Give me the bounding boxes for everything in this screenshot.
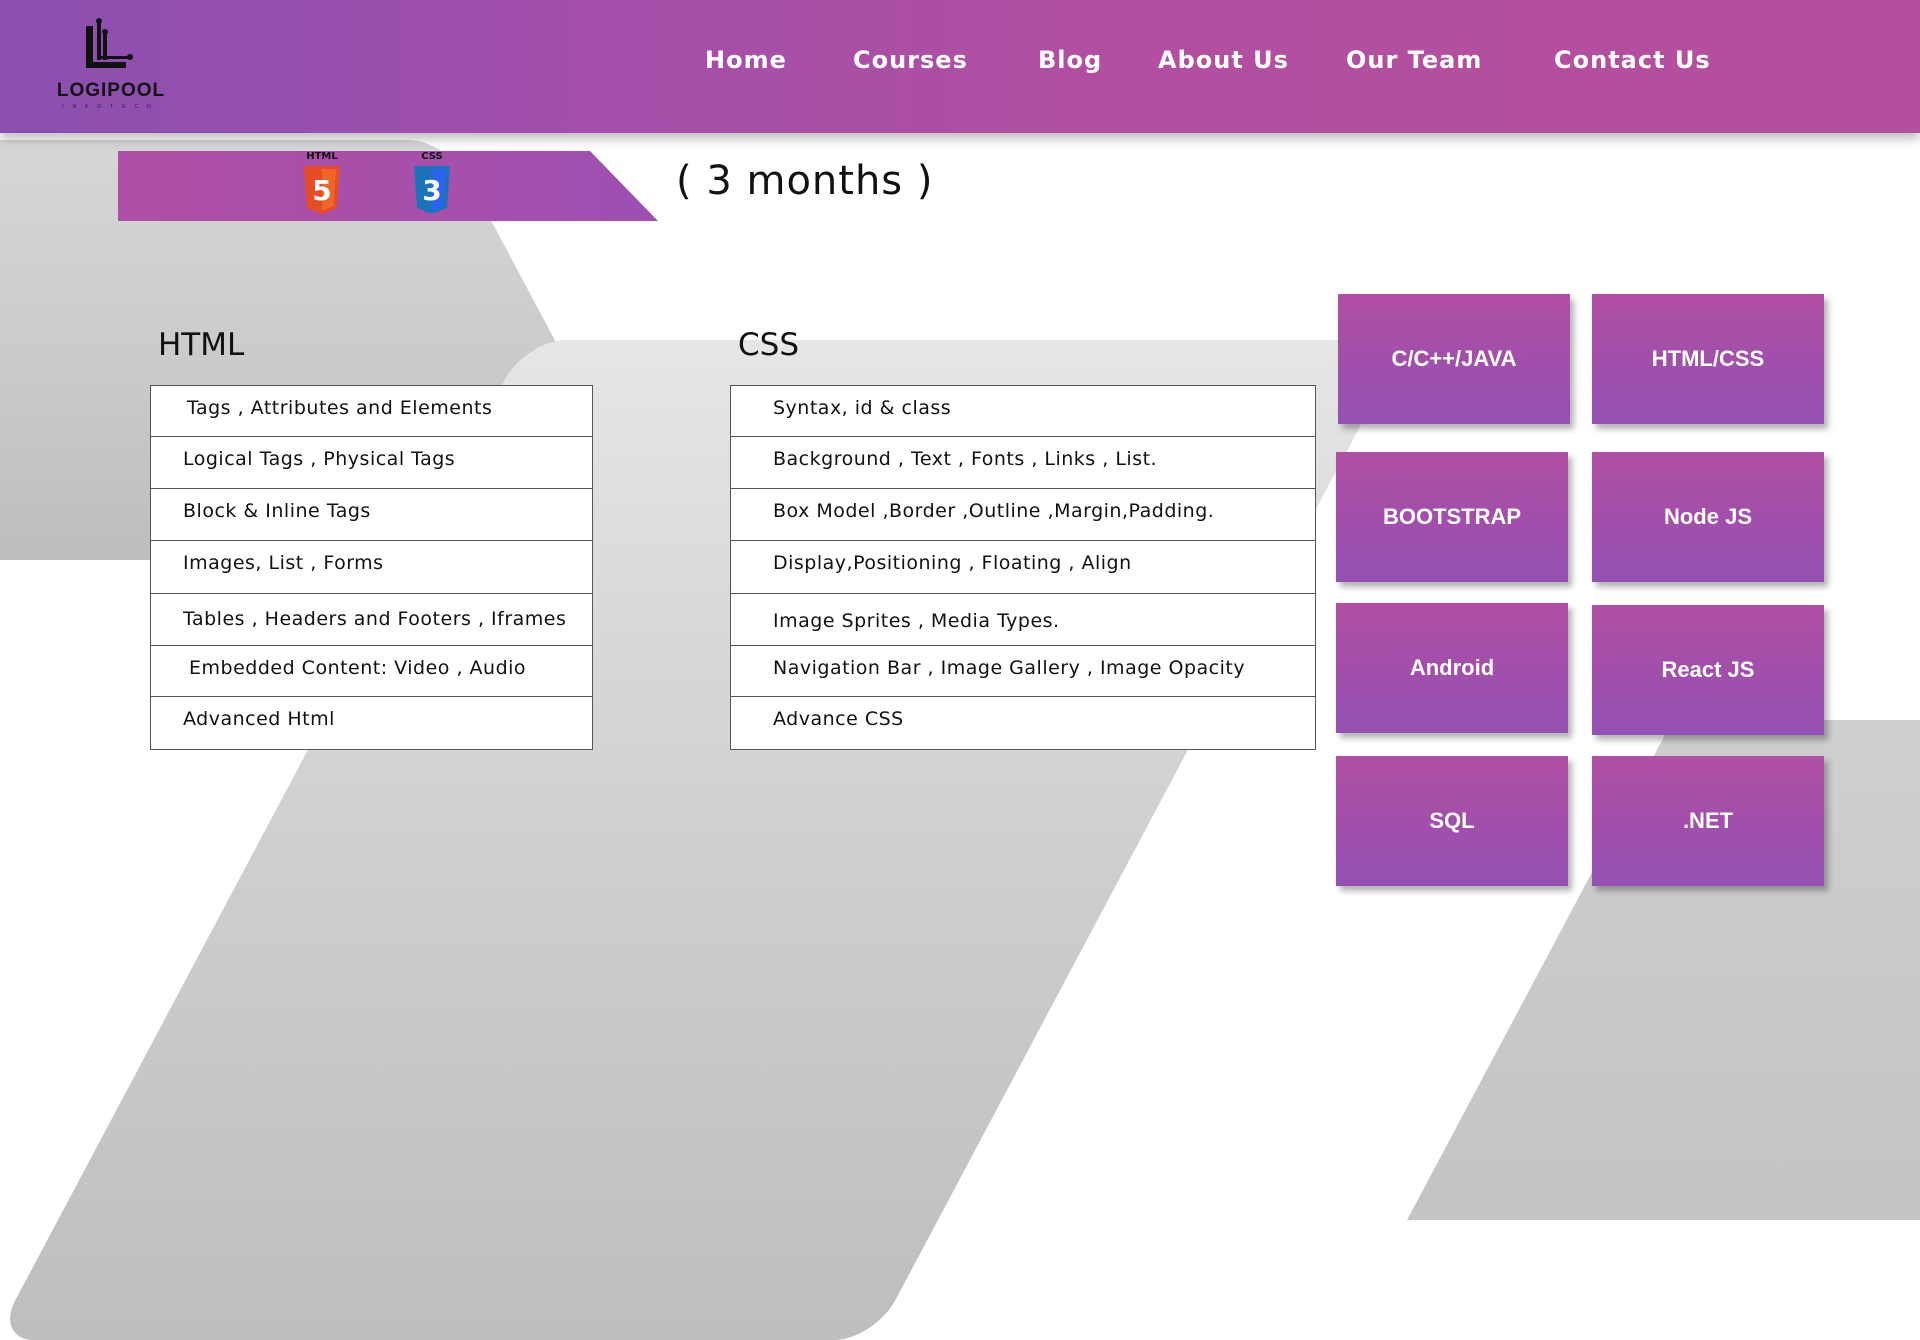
table-row: Image Sprites , Media Types. [731, 594, 1315, 646]
topic-text: Logical Tags , Physical Tags [183, 448, 456, 470]
course-tile-sql[interactable]: SQL [1336, 756, 1568, 886]
nav-courses[interactable]: Courses [853, 46, 968, 74]
brand-name: LOGIPOOL [56, 80, 166, 101]
topic-text: Display,Positioning , Floating , Align [773, 552, 1132, 574]
course-tile-c-cpp-java[interactable]: C/C++/JAVA [1338, 294, 1570, 424]
topic-text: Background , Text , Fonts , Links , List… [773, 448, 1158, 470]
table-row: Background , Text , Fonts , Links , List… [731, 437, 1315, 489]
html5-badge: HTML 5 [302, 151, 342, 221]
topic-text: Block & Inline Tags [183, 500, 371, 522]
table-row: Logical Tags , Physical Tags [151, 437, 592, 489]
css3-label: CSS [421, 151, 443, 162]
course-tile-bootstrap[interactable]: BOOTSTRAP [1336, 452, 1568, 582]
topic-text: Images, List , Forms [183, 552, 384, 574]
nav-contact-us[interactable]: Contact Us [1554, 46, 1711, 74]
topic-text: Box Model ,Border ,Outline ,Margin,Paddi… [773, 500, 1215, 522]
table-row: Tables , Headers and Footers , Iframes [151, 594, 592, 646]
css3-badge: CSS 3 [412, 151, 452, 221]
topic-text: Syntax, id & class [773, 397, 952, 419]
css-topics-table: Syntax, id & class Background , Text , F… [730, 385, 1316, 750]
html5-glyph: 5 [312, 174, 331, 207]
brand-tagline: INFOTECH [62, 104, 160, 110]
html5-icon: 5 [304, 166, 340, 214]
css-section-title: CSS [738, 327, 800, 363]
table-row: Block & Inline Tags [151, 489, 592, 541]
site-header: LOGIPOOL INFOTECH Home Courses Blog Abou… [0, 0, 1920, 133]
table-row: Display,Positioning , Floating , Align [731, 541, 1315, 594]
logo-mark-icon [86, 18, 133, 68]
table-row: Embedded Content: Video , Audio [151, 646, 592, 697]
table-row: Tags , Attributes and Elements [151, 386, 592, 437]
css3-icon: 3 [414, 166, 450, 214]
topic-text: Tables , Headers and Footers , Iframes [183, 608, 567, 630]
course-tile-html-css[interactable]: HTML/CSS [1592, 294, 1824, 424]
topic-text: Embedded Content: Video , Audio [189, 657, 527, 679]
topic-text: Advanced Html [183, 708, 335, 730]
table-row: Advanced Html [151, 697, 592, 749]
course-banner: HTML 5 CSS 3 [118, 151, 658, 221]
course-tile-dotnet[interactable]: .NET [1592, 756, 1824, 886]
nav-about-us[interactable]: About Us [1158, 46, 1289, 74]
table-row: Advance CSS [731, 697, 1315, 749]
html-section-title: HTML [158, 327, 245, 363]
topic-text: Advance CSS [773, 708, 904, 730]
html5-label: HTML [306, 151, 338, 162]
topic-text: Tags , Attributes and Elements [187, 397, 493, 419]
topic-text: Navigation Bar , Image Gallery , Image O… [773, 657, 1246, 679]
course-duration: ( 3 months ) [676, 158, 934, 204]
css3-glyph: 3 [422, 174, 441, 207]
logo[interactable]: LOGIPOOL INFOTECH [40, 18, 180, 116]
table-row: Images, List , Forms [151, 541, 592, 594]
nav-blog[interactable]: Blog [1038, 46, 1102, 74]
table-row: Syntax, id & class [731, 386, 1315, 437]
course-tile-android[interactable]: Android [1336, 603, 1568, 733]
topic-text: Image Sprites , Media Types. [773, 610, 1060, 632]
nav-home[interactable]: Home [705, 46, 787, 74]
course-tile-react-js[interactable]: React JS [1592, 605, 1824, 735]
table-row: Box Model ,Border ,Outline ,Margin,Paddi… [731, 489, 1315, 541]
html-topics-table: Tags , Attributes and Elements Logical T… [150, 385, 593, 750]
course-tile-node-js[interactable]: Node JS [1592, 452, 1824, 582]
table-row: Navigation Bar , Image Gallery , Image O… [731, 646, 1315, 697]
nav-our-team[interactable]: Our Team [1346, 46, 1482, 74]
